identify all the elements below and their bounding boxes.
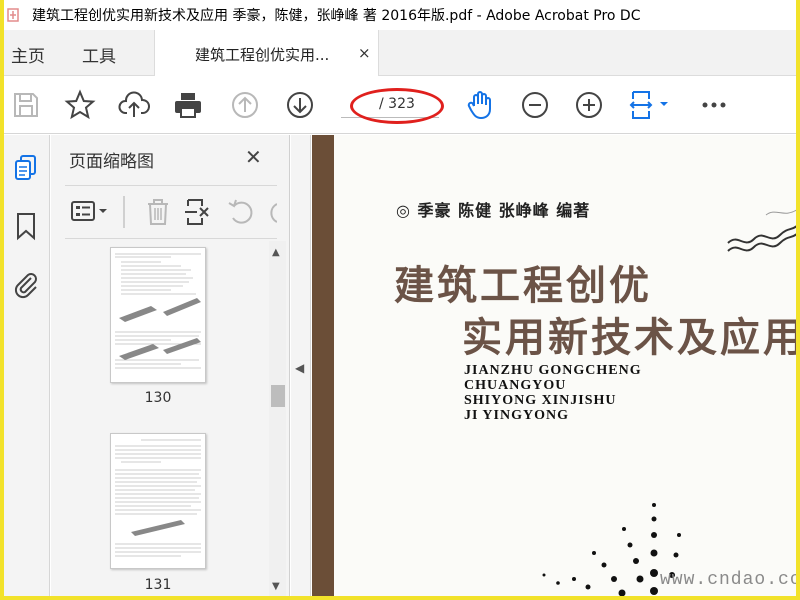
tab-bar: 主页 工具 建筑工程创优实用... × xyxy=(4,30,796,76)
rotate-left-icon[interactable] xyxy=(225,196,257,228)
panel-toolbar xyxy=(65,185,277,239)
tab-document-label: 建筑工程创优实用... xyxy=(195,46,330,64)
thumbnail-label: 130 xyxy=(144,390,172,406)
decorative-waves xyxy=(727,209,796,252)
document-pinyin-line: CHUANGYOU xyxy=(464,378,567,393)
title-bar: 建筑工程创优实用新技术及应用 季豪，陈健，张峥峰 著 2016年版.pdf - … xyxy=(4,0,796,30)
print-icon[interactable] xyxy=(172,89,204,121)
thumbnail-options-icon[interactable] xyxy=(69,196,113,228)
thumbnails-panel: 页面缩略图 ✕ 130 131 ▲ ▼ xyxy=(51,135,290,596)
document-view[interactable]: ◎ 季豪 陈健 张峥峰 编著 建筑工程创优 实用新技术及应用 JIANZHU G… xyxy=(312,135,796,596)
panel-close-button[interactable]: ✕ xyxy=(245,145,262,169)
attachments-icon[interactable] xyxy=(11,269,41,299)
bookmarks-icon[interactable] xyxy=(11,211,41,241)
panel-title: 页面缩略图 xyxy=(69,152,154,172)
pdf-page: ◎ 季豪 陈健 张峥峰 编著 建筑工程创优 实用新技术及应用 JIANZHU G… xyxy=(334,135,796,596)
previous-page-icon[interactable] xyxy=(229,89,261,121)
document-pinyin-line: SHIYONG XINJISHU xyxy=(464,393,617,408)
window-title: 建筑工程创优实用新技术及应用 季豪，陈健，张峥峰 著 2016年版.pdf - … xyxy=(32,8,641,24)
cloud-upload-icon[interactable] xyxy=(118,89,150,121)
toolbar-divider xyxy=(123,196,125,228)
document-title-line1: 建筑工程创优 xyxy=(394,262,652,309)
next-page-icon[interactable] xyxy=(284,89,316,121)
app-logo-icon xyxy=(6,5,32,25)
zoom-in-icon[interactable] xyxy=(573,89,605,121)
tab-close-button[interactable]: × xyxy=(358,44,371,62)
scrollbar-thumb[interactable] xyxy=(271,385,285,407)
page-thumbnail[interactable] xyxy=(110,433,206,569)
page-thumbnail[interactable] xyxy=(110,247,206,383)
thumbnail-list: 130 131 xyxy=(51,241,269,596)
thumbnail-scrollbar[interactable]: ▲ ▼ xyxy=(269,241,286,596)
annotation-ellipse xyxy=(350,88,444,124)
document-authors: ◎ 季豪 陈健 张峥峰 编著 xyxy=(396,201,591,220)
left-rail xyxy=(4,135,50,596)
tab-document[interactable]: 建筑工程创优实用... × xyxy=(154,30,379,76)
collapse-arrow-icon[interactable]: ◀ xyxy=(295,361,304,375)
hand-tool-icon[interactable] xyxy=(464,89,496,121)
extract-pages-icon[interactable] xyxy=(182,196,214,228)
page-thumbnails-icon[interactable] xyxy=(11,153,41,183)
tab-tools[interactable]: 工具 xyxy=(82,42,116,67)
rotate-right-icon[interactable] xyxy=(265,196,277,228)
tab-home[interactable]: 主页 xyxy=(11,42,45,67)
scroll-down-icon[interactable]: ▼ xyxy=(272,581,280,592)
delete-icon[interactable] xyxy=(142,196,174,228)
bookmark-star-icon[interactable] xyxy=(64,89,96,121)
panel-collapse-strip[interactable]: ◀ xyxy=(291,135,311,596)
document-title-line2: 实用新技术及应用 xyxy=(462,314,796,361)
save-icon[interactable] xyxy=(10,89,42,121)
fit-page-icon[interactable] xyxy=(628,89,674,121)
document-pinyin-line: JI YINGYONG xyxy=(464,408,569,423)
zoom-out-icon[interactable] xyxy=(519,89,551,121)
scroll-up-icon[interactable]: ▲ xyxy=(272,247,280,258)
acrobat-window: 建筑工程创优实用新技术及应用 季豪，陈健，张峥峰 著 2016年版.pdf - … xyxy=(4,0,796,596)
thumbnail-label: 131 xyxy=(144,577,172,593)
document-pinyin-line: JIANZHU GONGCHENG xyxy=(464,363,642,378)
watermark-text: www.cndao.com xyxy=(660,570,796,590)
more-icon[interactable] xyxy=(698,89,730,121)
